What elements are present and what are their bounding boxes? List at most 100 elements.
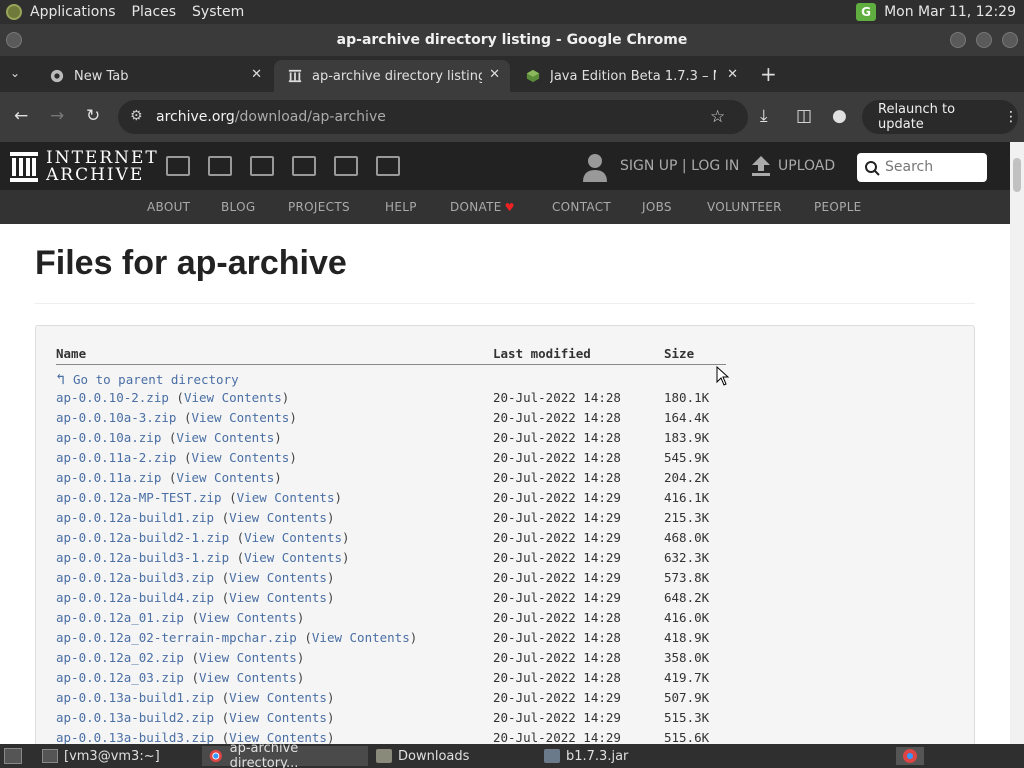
address-bar[interactable]: ⚙ archive.org/download/ap-archive ☆ xyxy=(118,100,748,134)
minimize-icon[interactable] xyxy=(950,32,966,48)
view-contents-link[interactable]: View Contents xyxy=(312,630,410,645)
nav-donate[interactable]: DONATE ♥ xyxy=(450,200,515,214)
reload-icon[interactable]: ↻ xyxy=(86,106,100,126)
file-link[interactable]: ap-0.0.10a.zip xyxy=(56,430,161,445)
ia-logo[interactable]: INTERNET ARCHIVE xyxy=(10,150,159,184)
view-contents-link[interactable]: View Contents xyxy=(191,450,289,465)
nav-volunteer[interactable]: VOLUNTEER xyxy=(707,200,782,214)
task-jar[interactable]: b1.7.3.jar xyxy=(538,746,704,766)
file-link[interactable]: ap-0.0.11a.zip xyxy=(56,470,161,485)
file-link[interactable]: ap-0.0.12a-build4.zip xyxy=(56,590,214,605)
file-name-cell: ap-0.0.12a_03.zip (View Contents) xyxy=(56,670,305,685)
column-header-name[interactable]: Name xyxy=(56,346,86,361)
nav-people[interactable]: PEOPLE xyxy=(814,200,862,214)
file-link[interactable]: ap-0.0.10a-3.zip xyxy=(56,410,176,425)
view-contents-link[interactable]: View Contents xyxy=(244,550,342,565)
close-window-icon[interactable] xyxy=(1002,32,1018,48)
images-icon[interactable] xyxy=(376,156,400,176)
nav-contact[interactable]: CONTACT xyxy=(552,200,611,214)
view-contents-link[interactable]: View Contents xyxy=(229,510,327,525)
view-contents-link[interactable]: View Contents xyxy=(191,410,289,425)
file-link[interactable]: ap-0.0.12a-MP-TEST.zip xyxy=(56,490,222,505)
file-link[interactable]: ap-0.0.12a-build2-1.zip xyxy=(56,530,229,545)
column-header-modified[interactable]: Last modified xyxy=(493,346,591,361)
upload-button[interactable]: UPLOAD xyxy=(752,156,835,176)
close-tab-icon[interactable]: ✕ xyxy=(727,67,738,82)
menu-system[interactable]: System xyxy=(192,4,244,20)
update-tray-icon[interactable]: G xyxy=(856,3,877,21)
view-contents-link[interactable]: View Contents xyxy=(229,710,327,725)
relaunch-button[interactable]: Relaunch to update ⋮ xyxy=(862,100,1018,134)
nav-jobs[interactable]: JOBS xyxy=(642,200,672,214)
os-logo-icon[interactable] xyxy=(6,4,22,20)
audio-icon[interactable] xyxy=(292,156,316,176)
nav-help[interactable]: HELP xyxy=(385,200,417,214)
view-contents-link[interactable]: View Contents xyxy=(184,390,282,405)
search-input[interactable]: Search xyxy=(857,153,987,182)
file-link[interactable]: ap-0.0.10-2.zip xyxy=(56,390,169,405)
upload-label: UPLOAD xyxy=(778,158,836,174)
view-contents-link[interactable]: View Contents xyxy=(176,430,274,445)
view-contents-link[interactable]: View Contents xyxy=(229,570,327,585)
site-settings-icon[interactable]: ⚙ xyxy=(130,108,143,124)
menu-applications[interactable]: Applications xyxy=(30,4,116,20)
tab-ap-archive[interactable]: ap-archive directory listing ✕ xyxy=(274,60,510,92)
view-contents-link[interactable]: View Contents xyxy=(244,530,342,545)
file-link[interactable]: ap-0.0.12a-build3-1.zip xyxy=(56,550,229,565)
view-contents-link[interactable]: View Contents xyxy=(237,490,335,505)
view-contents-link[interactable]: View Contents xyxy=(229,590,327,605)
file-link[interactable]: ap-0.0.13a-build2.zip xyxy=(56,710,214,725)
nav-projects[interactable]: PROJECTS xyxy=(288,200,350,214)
user-icon[interactable] xyxy=(582,152,608,182)
file-link[interactable]: ap-0.0.12a_01.zip xyxy=(56,610,184,625)
close-tab-icon[interactable]: ✕ xyxy=(251,67,262,82)
parent-directory-link[interactable]: ↰ Go to parent directory xyxy=(56,370,239,388)
task-downloads[interactable]: Downloads xyxy=(370,746,536,766)
view-contents-link[interactable]: View Contents xyxy=(199,650,297,665)
texts-icon[interactable] xyxy=(208,156,232,176)
page-scrollbar[interactable] xyxy=(1010,142,1024,744)
task-chrome[interactable]: ap-archive directory... xyxy=(202,741,368,768)
column-header-size[interactable]: Size xyxy=(664,346,694,361)
search-icon xyxy=(865,161,880,176)
tab-java-edition[interactable]: Java Edition Beta 1.7.3 – Mine ✕ xyxy=(512,60,748,92)
forward-arrow-icon[interactable]: → xyxy=(50,106,64,126)
show-desktop-icon[interactable] xyxy=(4,748,22,764)
file-link[interactable]: ap-0.0.13a-build1.zip xyxy=(56,690,214,705)
new-tab-plus-icon[interactable]: + xyxy=(760,62,777,86)
menu-places[interactable]: Places xyxy=(132,4,177,20)
bookmark-star-icon[interactable]: ☆ xyxy=(710,107,725,127)
side-panel-icon[interactable]: ◫ xyxy=(796,106,812,126)
view-contents-link[interactable]: View Contents xyxy=(199,670,297,685)
maximize-icon[interactable] xyxy=(976,32,992,48)
file-link[interactable]: ap-0.0.11a-2.zip xyxy=(56,450,176,465)
window-menu-icon[interactable] xyxy=(6,32,22,48)
file-link[interactable]: ap-0.0.12a_02-terrain-mpchar.zip xyxy=(56,630,297,645)
close-tab-icon[interactable]: ✕ xyxy=(489,67,500,82)
tab-search-chevron-icon[interactable]: ⌄ xyxy=(10,66,20,80)
scrollbar-thumb[interactable] xyxy=(1013,158,1021,192)
tab-new-tab[interactable]: New Tab ✕ xyxy=(36,60,272,92)
signup-login-link[interactable]: SIGN UP | LOG IN xyxy=(620,158,739,174)
url-text[interactable]: archive.org/download/ap-archive xyxy=(156,109,386,125)
workspace-chrome-icon[interactable] xyxy=(896,747,924,765)
nav-about[interactable]: ABOUT xyxy=(147,200,190,214)
video-icon[interactable] xyxy=(250,156,274,176)
download-icon[interactable]: ⤓ xyxy=(760,106,768,126)
file-link[interactable]: ap-0.0.12a-build3.zip xyxy=(56,570,214,585)
view-contents-link[interactable]: View Contents xyxy=(229,690,327,705)
view-contents-link[interactable]: View Contents xyxy=(176,470,274,485)
software-icon[interactable] xyxy=(334,156,358,176)
file-link[interactable]: ap-0.0.12a-build1.zip xyxy=(56,510,214,525)
file-link[interactable]: ap-0.0.13a-build3.zip xyxy=(56,730,214,744)
task-terminal[interactable]: [vm3@vm3:~] xyxy=(36,746,198,766)
file-link[interactable]: ap-0.0.12a_02.zip xyxy=(56,650,184,665)
more-menu-icon[interactable]: ⋮ xyxy=(1004,109,1018,125)
view-contents-link[interactable]: View Contents xyxy=(199,610,297,625)
web-icon[interactable] xyxy=(166,156,190,176)
clock[interactable]: Mon Mar 11, 12:29 xyxy=(884,4,1016,20)
nav-blog[interactable]: BLOG xyxy=(221,200,255,214)
profile-icon[interactable]: ● xyxy=(832,106,847,126)
file-link[interactable]: ap-0.0.12a_03.zip xyxy=(56,670,184,685)
back-arrow-icon[interactable]: ← xyxy=(14,106,28,126)
